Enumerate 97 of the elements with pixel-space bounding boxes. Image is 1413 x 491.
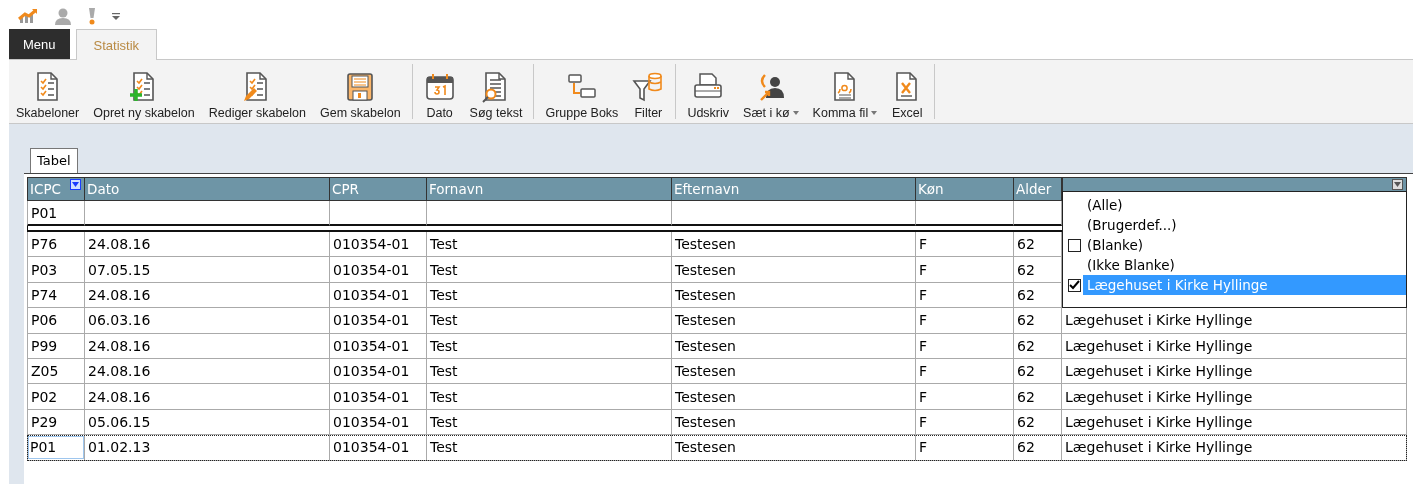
checkbox[interactable] <box>1068 238 1081 252</box>
table-cell: Test <box>427 282 672 309</box>
filter-option[interactable]: (Alle) <box>1063 195 1406 215</box>
toolbar-button[interactable]: Skabeloner <box>9 60 87 123</box>
table-cell: 010354-01 <box>330 333 427 359</box>
table-cell: 010354-01 <box>330 232 427 258</box>
toolbar-button[interactable]: Opret ny skabelon <box>86 60 202 123</box>
table-cell: Testesen <box>672 384 916 410</box>
table-cell: 62 <box>1014 333 1062 359</box>
table-cell: 24.08.16 <box>85 384 330 410</box>
filter-dropdown-icon[interactable] <box>1392 179 1403 190</box>
table-cell: 62 <box>1014 358 1062 385</box>
filter-cell[interactable] <box>672 201 916 226</box>
table-cell: 62 <box>1014 435 1062 461</box>
table-cell: 62 <box>1014 308 1062 334</box>
table-cell: 06.03.16 <box>85 308 330 334</box>
table-cell: P76 <box>27 232 85 258</box>
table-cell: Lægehuset i Kirke Hyllinge <box>1062 358 1407 385</box>
table-cell: P02 <box>27 384 85 410</box>
table-cell: 62 <box>1014 384 1062 410</box>
toolbar-button[interactable]: Dato <box>416 60 463 123</box>
table-cell: Test <box>427 409 672 436</box>
table-cell: 24.08.16 <box>85 232 330 258</box>
filter-cell[interactable] <box>85 201 330 226</box>
toolbar-button[interactable]: Gruppe Boks <box>538 60 626 123</box>
table-cell: 01.02.13 <box>85 435 330 461</box>
table-cell: 62 <box>1014 409 1062 436</box>
filter-option[interactable]: (Brugerdef...) <box>1063 215 1406 235</box>
table-cell: 07.05.15 <box>85 257 330 283</box>
table-cell: P74 <box>27 282 85 309</box>
table-cell: 24.08.16 <box>85 333 330 359</box>
table-cell: Testesen <box>672 232 916 258</box>
table-cell: Testesen <box>672 257 916 283</box>
table-cell: F <box>916 282 1014 309</box>
table-cell: Lægehuset i Kirke Hyllinge <box>1062 435 1407 461</box>
table-cell: Lægehuset i Kirke Hyllinge <box>1062 333 1407 359</box>
filter-option[interactable]: (Blanke) <box>1063 235 1406 255</box>
table-cell: 010354-01 <box>330 257 427 283</box>
table-cell: F <box>916 358 1014 385</box>
table-cell: Lægehuset i Kirke Hyllinge <box>1062 409 1407 436</box>
filter-cell[interactable] <box>427 201 672 226</box>
table-cell: Testesen <box>672 333 916 359</box>
table-cell: Z05 <box>27 358 85 385</box>
view-tab[interactable]: Tabel <box>30 148 78 173</box>
toolbar-button[interactable]: Komma fil <box>805 60 885 123</box>
table-cell: 24.08.16 <box>85 358 330 385</box>
filter-cell[interactable] <box>330 201 427 226</box>
table-cell: 010354-01 <box>330 384 427 410</box>
table-cell: F <box>916 435 1014 461</box>
table-cell: Test <box>427 358 672 385</box>
table-cell: F <box>916 257 1014 283</box>
table-cell: P06 <box>27 308 85 334</box>
table-cell: Lægehuset i Kirke Hyllinge <box>1062 384 1407 410</box>
checkbox[interactable] <box>1068 278 1081 292</box>
filter-option[interactable]: (Ikke Blanke) <box>1063 255 1406 275</box>
cell-editor[interactable]: P01 <box>28 435 84 459</box>
filter-cell[interactable] <box>916 201 1014 226</box>
table-cell: F <box>916 232 1014 258</box>
chart-trend-icon[interactable] <box>18 8 38 24</box>
table-cell: F <box>916 308 1014 334</box>
table-cell: P29 <box>27 409 85 436</box>
table-cell: Testesen <box>672 435 916 461</box>
table-cell: 05.06.15 <box>85 409 330 436</box>
table-cell: Testesen <box>672 308 916 334</box>
table-cell: Test <box>427 435 672 461</box>
table-cell: Testesen <box>672 409 916 436</box>
customize-dropdown-icon[interactable] <box>112 12 120 20</box>
toolbar-button[interactable]: Filter <box>625 60 672 123</box>
table-cell: Test <box>427 384 672 410</box>
table-cell: Test <box>427 232 672 258</box>
toolbar-button[interactable]: Excel <box>884 60 931 123</box>
table-cell: 010354-01 <box>330 358 427 385</box>
table-cell: F <box>916 409 1014 436</box>
table-cell: Test <box>427 333 672 359</box>
table-cell: Testesen <box>672 358 916 385</box>
table-cell: F <box>916 333 1014 359</box>
table-cell: 010354-01 <box>330 409 427 436</box>
table-cell: Testesen <box>672 282 916 309</box>
table-cell: 010354-01 <box>330 308 427 334</box>
filter-icon <box>632 71 665 103</box>
table-cell: Test <box>427 308 672 334</box>
table-cell: F <box>916 384 1014 410</box>
table-cell: Test <box>427 257 672 283</box>
filter-cell[interactable]: P01 <box>27 201 85 226</box>
filter-dropdown-icon[interactable] <box>70 179 81 190</box>
calendar-icon <box>423 71 456 103</box>
toolbar-button[interactable]: Rediger skabelon <box>201 60 313 123</box>
toolbar-button[interactable]: Søg tekst <box>462 60 530 123</box>
table-cell: 24.08.16 <box>85 282 330 309</box>
toolbar-button[interactable]: Sæt i kø <box>736 60 806 123</box>
toolbar-button[interactable]: Gem skabelon <box>313 60 408 123</box>
toolbar-button[interactable]: Udskriv <box>680 60 737 123</box>
menu-button[interactable]: Menu <box>9 29 70 59</box>
table-cell: 010354-01 <box>330 282 427 309</box>
table-cell: 010354-01 <box>330 435 427 461</box>
table-cell: P99 <box>27 333 85 359</box>
table-cell: P03 <box>27 257 85 283</box>
